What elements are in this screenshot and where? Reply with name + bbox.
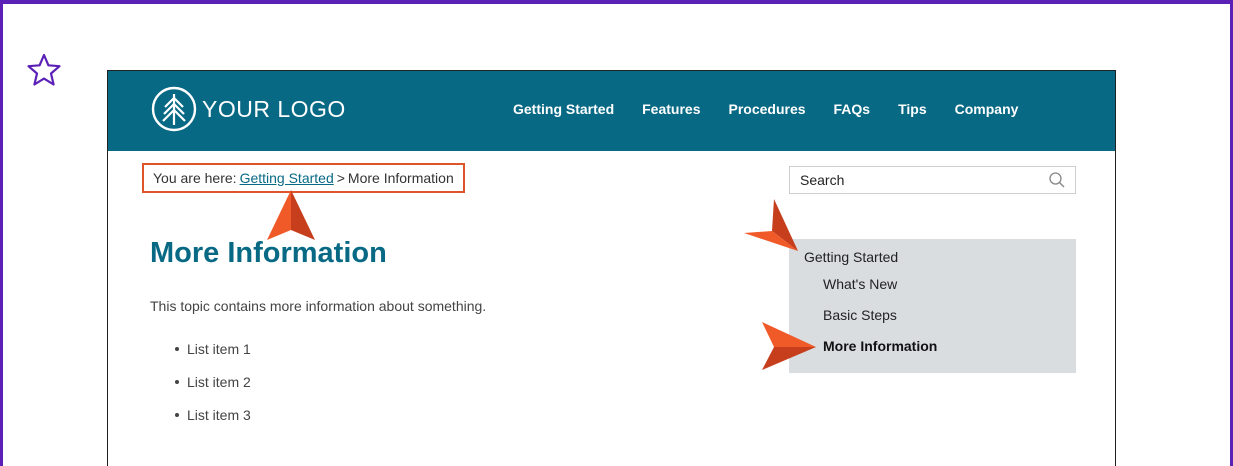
search-input[interactable] xyxy=(790,171,1048,189)
sidenav-item-whats-new[interactable]: What's New xyxy=(789,270,1076,307)
arrow-callout-icon xyxy=(744,199,798,251)
nav-faqs[interactable]: FAQs xyxy=(834,101,871,117)
logo-text: YOUR LOGO xyxy=(202,95,346,122)
list-item-text: List item 1 xyxy=(187,341,251,357)
logo[interactable]: YOUR LOGO xyxy=(150,85,346,133)
side-navigation: Getting Started What's New Basic Steps M… xyxy=(789,239,1076,373)
nav-features[interactable]: Features xyxy=(642,101,700,117)
website-preview: YOUR LOGO Getting Started Features Proce… xyxy=(107,70,1116,466)
nav-tips[interactable]: Tips xyxy=(898,101,927,117)
search-box xyxy=(789,166,1076,194)
nav-getting-started[interactable]: Getting Started xyxy=(513,101,614,117)
bullet-list: List item 1 List item 2 List item 3 xyxy=(150,341,251,440)
breadcrumb-link-getting-started[interactable]: Getting Started xyxy=(240,170,334,186)
arrow-callout-icon xyxy=(267,190,315,240)
intro-paragraph: This topic contains more information abo… xyxy=(150,298,487,314)
star-icon[interactable] xyxy=(26,52,62,88)
tree-logo-icon xyxy=(151,86,197,132)
sidenav-item-more-information[interactable]: More Information xyxy=(789,338,1076,369)
list-item: List item 2 xyxy=(150,374,251,407)
list-item-text: List item 2 xyxy=(187,374,251,390)
list-item: List item 3 xyxy=(150,407,251,440)
nav-company[interactable]: Company xyxy=(955,101,1019,117)
site-header: YOUR LOGO Getting Started Features Proce… xyxy=(108,71,1115,151)
list-item: List item 1 xyxy=(150,341,251,374)
list-item-text: List item 3 xyxy=(187,407,251,423)
sidenav-item-basic-steps[interactable]: Basic Steps xyxy=(789,307,1076,338)
breadcrumb-current: More Information xyxy=(347,170,454,186)
sidenav-item-getting-started[interactable]: Getting Started xyxy=(789,249,1076,270)
top-nav: Getting Started Features Procedures FAQs… xyxy=(513,101,1046,117)
breadcrumb-separator: > xyxy=(336,170,345,186)
arrow-callout-icon xyxy=(762,322,816,370)
nav-procedures[interactable]: Procedures xyxy=(728,101,805,117)
breadcrumb-prefix: You are here: xyxy=(153,170,237,186)
search-icon[interactable] xyxy=(1048,171,1066,189)
